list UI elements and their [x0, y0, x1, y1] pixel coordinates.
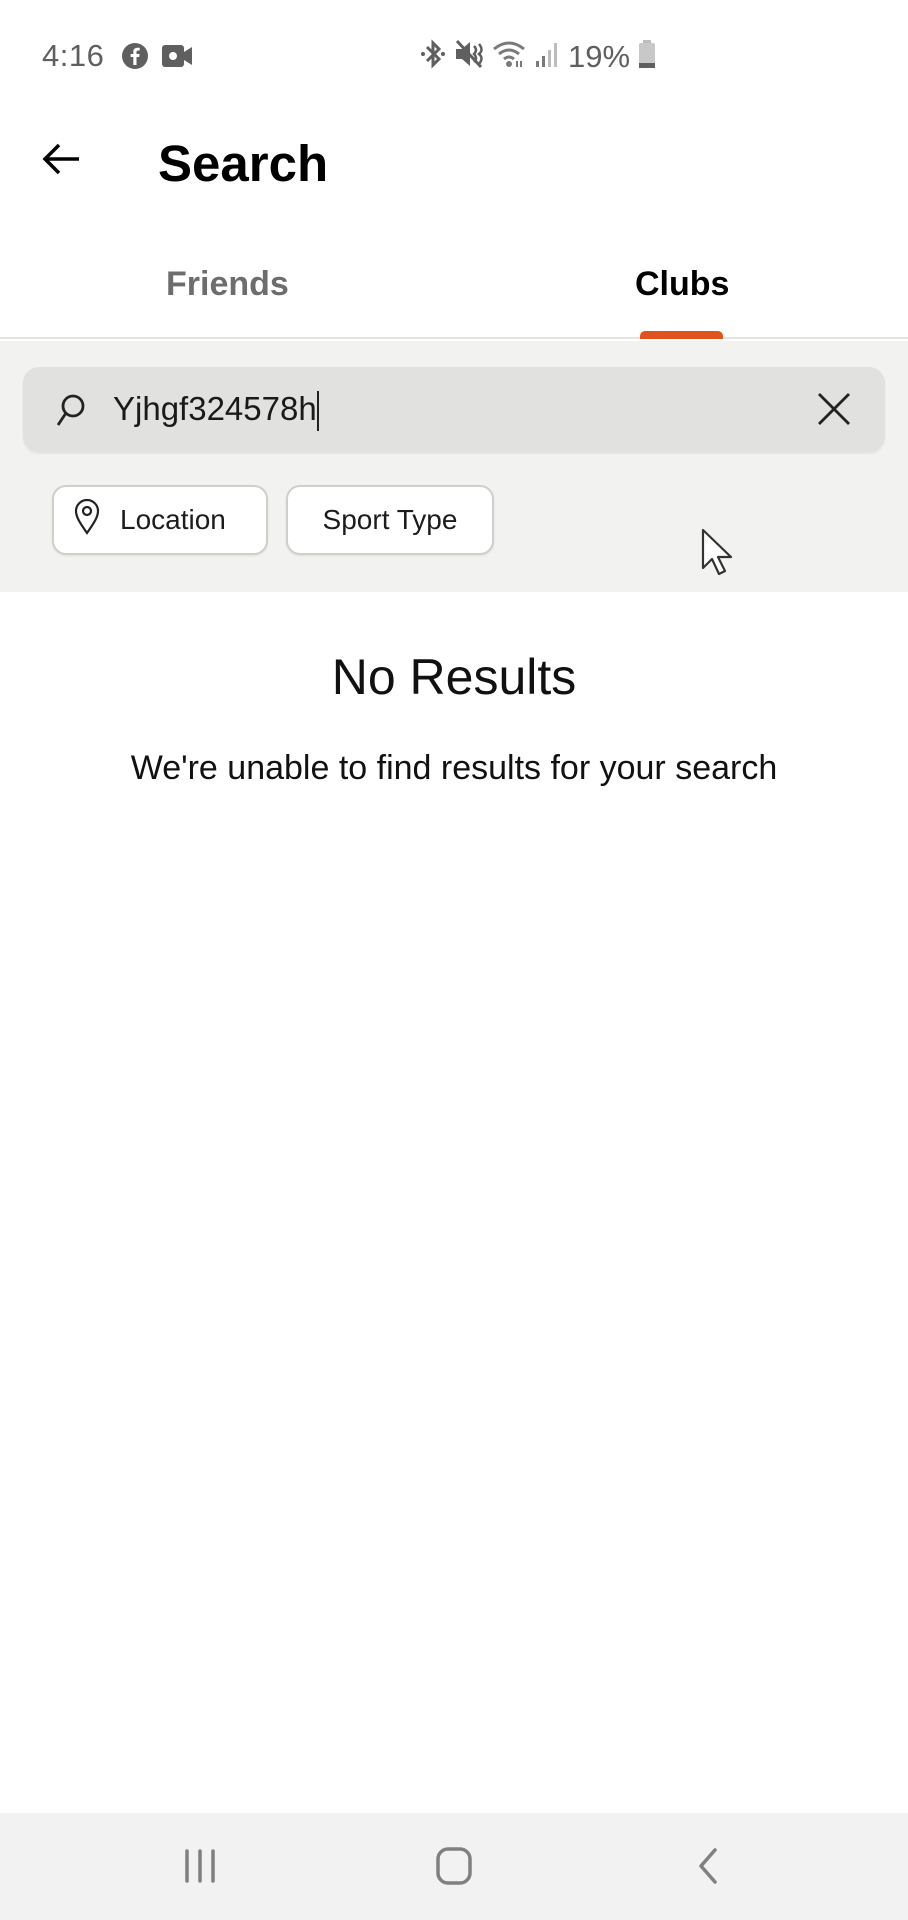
- clear-search-button[interactable]: [813, 388, 855, 430]
- recent-apps-icon: [180, 1848, 220, 1889]
- signal-icon: [534, 39, 560, 74]
- wifi-icon: [492, 39, 526, 74]
- recent-apps-button[interactable]: [160, 1833, 240, 1903]
- home-button[interactable]: [414, 1833, 494, 1903]
- empty-state-subtitle: We're unable to find results for your se…: [130, 749, 778, 787]
- search-icon: [53, 392, 89, 428]
- page-title: Search: [158, 135, 329, 192]
- location-pin-icon: [74, 498, 100, 542]
- text-caret: [316, 391, 319, 432]
- status-bar: 4:16 19%: [0, 0, 908, 110]
- sport-type-filter-button[interactable]: Sport Type: [286, 485, 494, 555]
- location-filter-label: Location: [120, 504, 226, 535]
- close-icon: [813, 393, 855, 434]
- chevron-left-icon: [693, 1846, 723, 1891]
- bluetooth-icon: [420, 38, 446, 75]
- status-time: 4:16: [42, 38, 105, 73]
- battery-percent: 19%: [568, 38, 631, 74]
- system-back-button[interactable]: [668, 1833, 748, 1903]
- battery-icon: [638, 39, 656, 74]
- facebook-icon: [121, 42, 149, 75]
- search-input[interactable]: Yjhgf324578h: [113, 390, 317, 427]
- search-filter-area: Yjhgf324578h Location Sport Type: [0, 341, 908, 592]
- location-filter-button[interactable]: Location: [52, 485, 268, 555]
- search-field[interactable]: Yjhgf324578h: [23, 367, 885, 452]
- back-button[interactable]: [36, 136, 86, 186]
- home-icon: [434, 1846, 474, 1891]
- active-tab-indicator: [640, 331, 723, 339]
- system-nav-bar: [0, 1813, 908, 1920]
- tab-bar: Friends Clubs: [0, 240, 908, 339]
- app-header: Search: [0, 110, 908, 220]
- mute-icon: [454, 38, 484, 75]
- sport-type-filter-label: Sport Type: [322, 504, 458, 535]
- tab-clubs[interactable]: Clubs: [635, 265, 729, 304]
- mouse-pointer-icon: [700, 528, 736, 576]
- arrow-left-icon: [41, 142, 81, 181]
- empty-state-title: No Results: [331, 649, 577, 705]
- video-call-icon: [161, 43, 193, 74]
- tab-friends[interactable]: Friends: [166, 265, 289, 304]
